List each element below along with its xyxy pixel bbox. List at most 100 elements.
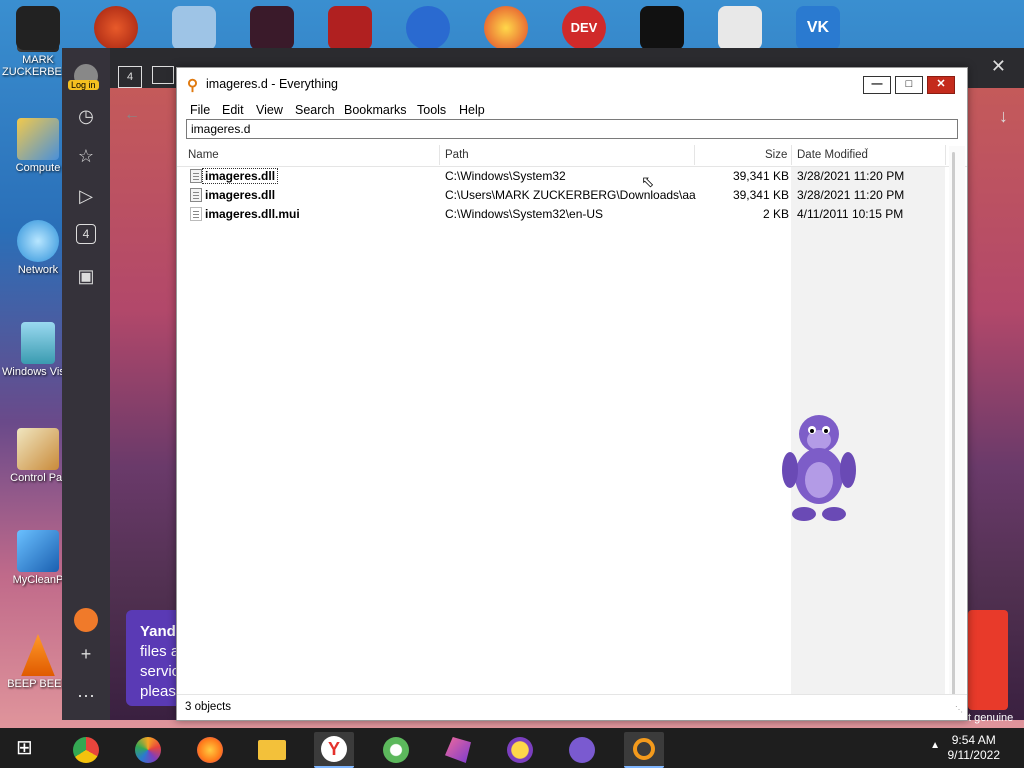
file-name: imageres.dll — [205, 188, 276, 202]
column-separator[interactable] — [791, 145, 792, 165]
sort-indicator-icon: ⌄ — [863, 143, 870, 152]
resize-grip-icon[interactable]: ⋱ — [955, 705, 963, 714]
desktop-icon-label: MyCleanP — [12, 574, 64, 586]
more-icon[interactable]: ⋯ — [74, 684, 98, 708]
tray-expand-icon[interactable]: ▲ — [930, 740, 940, 751]
everything-window: ⚲ imageres.d - Everything — □ ✕ File Edi… — [176, 67, 968, 721]
file-path: C:\Windows\System32 — [445, 169, 566, 183]
search-input[interactable] — [186, 119, 958, 139]
status-bar: 3 objects ⋱ — [177, 694, 967, 720]
column-separator[interactable] — [439, 145, 440, 165]
menu-help[interactable]: Help — [459, 103, 485, 117]
gem-app-icon[interactable] — [438, 732, 478, 768]
minimize-button[interactable]: — — [863, 76, 891, 94]
bonzi-buddy-character[interactable] — [780, 410, 858, 522]
star-wars-icon[interactable] — [16, 6, 60, 50]
desktop-icon-label: Network — [17, 264, 59, 276]
table-row[interactable]: imageres.dll C:\Windows\System32 39,341 … — [177, 167, 945, 186]
star-icon[interactable]: ☆ — [74, 144, 98, 168]
desktop-icon-label: Control Par — [10, 472, 66, 484]
menu-file[interactable]: File — [190, 103, 210, 117]
camera-icon[interactable]: ▣ — [74, 264, 98, 288]
file-date: 3/28/2021 11:20 PM — [797, 169, 905, 183]
magnifier-icon: ⚲ — [187, 77, 198, 94]
orange-panel — [968, 610, 1008, 710]
clock-date: 9/11/2022 — [947, 748, 1001, 762]
yandex-browser-icon[interactable]: Y — [314, 732, 354, 768]
file-size: 39,341 KB — [732, 188, 789, 202]
dev-cpp-icon[interactable]: DEV — [562, 6, 606, 50]
maximize-button[interactable]: □ — [895, 76, 923, 94]
file-date: 4/11/2011 10:15 PM — [797, 207, 904, 221]
column-size[interactable]: Size — [765, 149, 787, 161]
file-size: 2 KB — [762, 207, 789, 221]
yahoo-messenger-icon[interactable] — [500, 732, 540, 768]
windows-start-icon[interactable]: ⊞ — [16, 738, 38, 760]
table-row[interactable]: imageres.dll C:\Users\MARK ZUCKERBERG\Do… — [177, 186, 945, 205]
everything-search-icon[interactable] — [624, 732, 664, 768]
new-tab-icon[interactable] — [152, 66, 174, 84]
scrollbar-thumb[interactable] — [952, 152, 955, 698]
menu-edit[interactable]: Edit — [222, 103, 244, 117]
column-header: Name Path Size Date Modified ⌄ — [177, 143, 967, 167]
menu-bookmarks[interactable]: Bookmarks — [344, 103, 407, 117]
ccleaner-icon[interactable] — [94, 6, 138, 50]
file-path: C:\Windows\System32\en-US — [445, 207, 604, 221]
bonzi-dot — [569, 737, 595, 763]
close-button[interactable]: ✕ — [927, 76, 955, 94]
vertical-scrollbar[interactable] — [949, 146, 965, 698]
red-box-icon[interactable] — [328, 6, 372, 50]
photos-dot — [135, 737, 161, 763]
dll-file-icon — [190, 188, 202, 202]
file-explorer-icon[interactable] — [252, 732, 292, 768]
yandex-app-icon[interactable] — [74, 608, 98, 632]
p-icon[interactable] — [484, 6, 528, 50]
title-bar[interactable]: ⚲ imageres.d - Everything — □ ✕ — [177, 68, 967, 100]
chrome-icon[interactable] — [66, 732, 106, 768]
papers-icon[interactable] — [718, 6, 762, 50]
sidebar-counter[interactable]: 4 — [76, 224, 96, 244]
file-name: imageres.dll — [201, 168, 279, 184]
column-path[interactable]: Path — [445, 149, 469, 161]
back-arrow-icon[interactable]: ← — [124, 106, 140, 124]
column-name[interactable]: Name — [188, 149, 219, 161]
toast-line: files a — [140, 643, 180, 660]
file-size: 39,341 KB — [732, 169, 789, 183]
photos-icon[interactable] — [128, 732, 168, 768]
dev-label: DEV — [570, 20, 598, 35]
table-row[interactable]: imageres.dll.mui C:\Windows\System32\en-… — [177, 205, 945, 224]
column-separator[interactable] — [945, 145, 946, 165]
tabs-counter-button[interactable]: 4 — [118, 66, 142, 88]
unknown-game-icon[interactable] — [250, 6, 294, 50]
clock-time: 9:54 AM — [951, 733, 996, 747]
history-icon[interactable]: ◷ — [74, 104, 98, 128]
object-count: 3 objects — [185, 701, 232, 713]
login-button[interactable]: Log in — [68, 80, 99, 90]
menu-view[interactable]: View — [256, 103, 283, 117]
close-icon[interactable]: ✕ — [991, 56, 1006, 77]
download-icon[interactable]: ↓ — [999, 106, 1008, 127]
bonzi-buddy-icon[interactable] — [562, 732, 602, 768]
green-app-icon[interactable] — [376, 732, 416, 768]
add-icon[interactable]: + — [74, 642, 98, 666]
vk-icon[interactable]: VK — [796, 6, 840, 50]
column-separator[interactable] — [694, 145, 695, 165]
window-title: imageres.d - Everything — [206, 77, 339, 91]
browser-sidebar: Log in ◷ ☆ ▷ 4 ▣ + ⋯ — [62, 48, 110, 720]
desktop-icon-label: Compute — [15, 162, 61, 174]
pirate-icon[interactable] — [640, 6, 684, 50]
file-path: C:\Users\MARK ZUCKERBERG\Downloads\aa — [445, 188, 696, 202]
mouse-cursor-icon: ⬁ — [641, 174, 655, 191]
desktop-icon-label: BEEP BEEP — [7, 678, 69, 690]
firefox-icon[interactable] — [190, 732, 230, 768]
column-date-modified[interactable]: Date Modified — [797, 149, 868, 161]
menu-tools[interactable]: Tools — [417, 103, 446, 117]
two-icon[interactable] — [406, 6, 450, 50]
toast-line: servic — [140, 663, 180, 680]
play-icon[interactable]: ▷ — [74, 184, 98, 208]
folder-shape — [258, 740, 286, 760]
menu-search[interactable]: Search — [295, 103, 335, 117]
system-clock[interactable]: 9:54 AM 9/11/2022 — [948, 733, 1001, 763]
document-icon[interactable] — [172, 6, 216, 50]
computer-icon — [17, 118, 59, 160]
